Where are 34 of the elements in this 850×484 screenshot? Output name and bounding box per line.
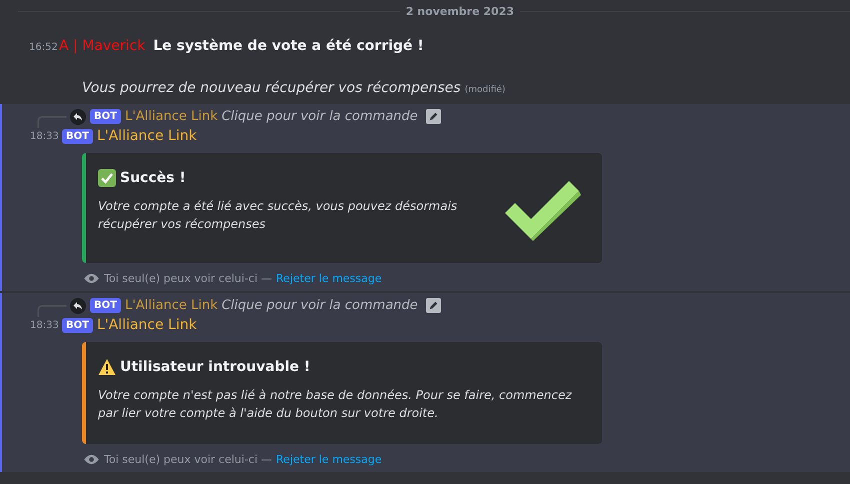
reply-line: [36, 116, 68, 128]
username[interactable]: A | Maverick: [59, 38, 146, 54]
warning-icon: [98, 358, 116, 376]
timestamp: 16:52: [29, 42, 57, 53]
eye-icon: [84, 454, 99, 465]
notice-text: Toi seul(e) peux voir celui-ci —: [104, 453, 272, 466]
message-text: Le système de vote a été corrigé !: [153, 38, 424, 54]
timestamp: 18:33: [30, 320, 60, 330]
reply-line: [36, 304, 68, 316]
reply-username[interactable]: L'Alliance Link: [124, 109, 218, 124]
embed-description: Votre compte a été lié avec succès, vous pouvez désormais récupérer vos récompenses: [98, 198, 458, 233]
bot-tag: BOT: [90, 298, 121, 313]
bot-tag: BOT: [90, 109, 121, 124]
embed-description: Votre compte n'est pas lié à notre base de données. Pour se faire, commencez par lier votre compte à l'aide du bouton sur votre droite.: [98, 387, 573, 422]
embed-title: Utilisateur introuvable !: [120, 359, 310, 375]
command-link[interactable]: Clique pour voir la commande: [222, 109, 418, 124]
eye-icon: [84, 273, 99, 284]
bot-tag: BOT: [62, 128, 93, 144]
pencil-icon[interactable]: [426, 109, 441, 124]
dismiss-link[interactable]: Rejeter le message: [276, 453, 382, 466]
username[interactable]: L'Alliance Link: [96, 317, 197, 333]
message-text: Vous pourrez de nouveau récupérer vos récompenses: [82, 80, 461, 96]
notice-text: Toi seul(e) peux voir celui-ci —: [104, 272, 272, 285]
check-emoji-icon: [98, 169, 116, 187]
dismiss-link[interactable]: Rejeter le message: [276, 272, 382, 285]
command-link[interactable]: Clique pour voir la commande: [222, 298, 418, 313]
edited-label: (modifié): [464, 85, 506, 95]
reply-username[interactable]: L'Alliance Link: [124, 298, 218, 313]
username[interactable]: L'Alliance Link: [96, 128, 197, 144]
embed-title: Succès !: [120, 170, 186, 186]
bot-tag: BOT: [62, 318, 93, 332]
timestamp: 18:33: [30, 130, 60, 142]
pencil-icon[interactable]: [426, 298, 441, 313]
date-divider: 2 novembre 2023: [404, 4, 515, 18]
